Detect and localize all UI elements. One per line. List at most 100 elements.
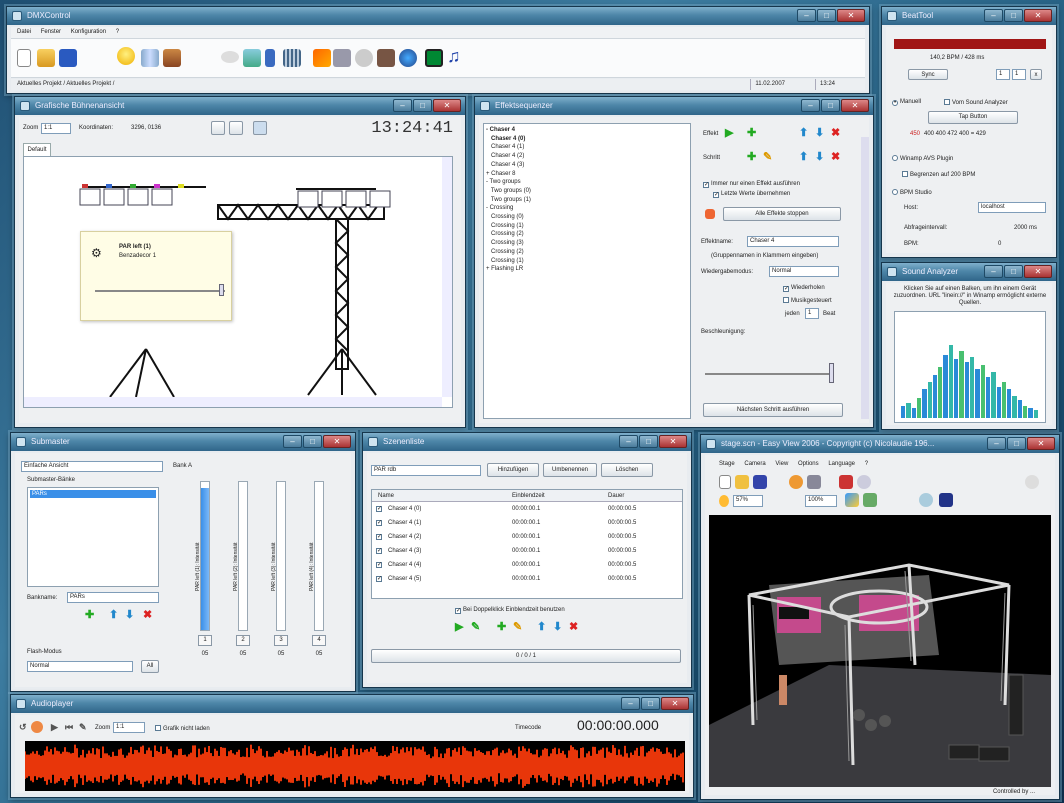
- audio-skip-icon[interactable]: ⏮: [65, 721, 73, 733]
- menu-view[interactable]: View: [775, 461, 788, 467]
- chk-double-click-box[interactable]: ✓: [455, 608, 461, 614]
- menu-fenster[interactable]: Fenster: [41, 29, 61, 35]
- easyview-close-button[interactable]: ✕: [1027, 437, 1055, 450]
- effect-close-button[interactable]: ✕: [841, 99, 869, 112]
- spectrum-bar[interactable]: [1017, 399, 1023, 418]
- beattool-maximize-button[interactable]: □: [1004, 9, 1023, 22]
- moving-head-icon[interactable]: [377, 49, 395, 67]
- chk-no-graph[interactable]: Grafik nicht laden: [155, 725, 210, 732]
- audio-edit-icon[interactable]: ✎: [79, 721, 87, 733]
- audio-minimize-button[interactable]: –: [621, 697, 640, 710]
- scene-counter[interactable]: 0 / 0 / 1: [371, 649, 681, 663]
- audio-record-icon[interactable]: [31, 721, 43, 733]
- fader-flash-button[interactable]: 1: [198, 635, 212, 646]
- ev-bulb-icon[interactable]: [719, 495, 729, 507]
- open-folder-icon[interactable]: [37, 49, 55, 67]
- bank-delete-icon[interactable]: ✖: [143, 609, 152, 621]
- spectrum-bar[interactable]: [948, 344, 954, 418]
- effect-tree-item[interactable]: Two groups (1): [486, 196, 531, 205]
- table-row[interactable]: ✓ Chaser 4 (0) 00:00:00.1 00:00:00.5: [372, 502, 682, 516]
- next-step-button[interactable]: Nächsten Schritt ausführen: [703, 403, 843, 417]
- bank-name-input[interactable]: PARs: [67, 592, 159, 603]
- popup-slider-thumb[interactable]: [219, 284, 224, 296]
- ev-zoom-field-2[interactable]: 100%: [805, 495, 837, 507]
- add-step-icon[interactable]: ✚: [747, 151, 756, 163]
- row-checkbox[interactable]: ✓: [376, 534, 382, 540]
- stop-all-button[interactable]: Alle Effekte stoppen: [723, 207, 841, 221]
- spectrum-bar[interactable]: [1033, 409, 1038, 418]
- effect-tree-item[interactable]: Crossing (2): [486, 248, 531, 257]
- ev-light-icon[interactable]: [789, 475, 803, 489]
- spectrum-bar[interactable]: [980, 364, 985, 418]
- spectrum-bar[interactable]: [1023, 405, 1028, 418]
- profile-icon[interactable]: [163, 49, 181, 67]
- sound-maximize-button[interactable]: □: [1004, 265, 1023, 278]
- ev-zoom-icon[interactable]: [919, 493, 933, 507]
- new-file-icon[interactable]: [17, 49, 31, 67]
- scanner-icon[interactable]: [355, 49, 373, 67]
- row-checkbox[interactable]: ✓: [376, 562, 382, 568]
- audio-title-bar[interactable]: Audioplayer – □ ✕: [11, 695, 693, 713]
- spectrum-bar[interactable]: [922, 389, 927, 418]
- stage-vscroll[interactable]: [442, 157, 452, 397]
- effect-name-input[interactable]: Chaser 4: [747, 236, 839, 247]
- submaster-fader[interactable]: PAR left (4): Intensität 4 05: [309, 481, 329, 657]
- submaster-maximize-button[interactable]: □: [303, 435, 322, 448]
- spectrum-bar[interactable]: [975, 369, 980, 418]
- ev-color-icon[interactable]: [845, 493, 859, 507]
- bank-up-icon[interactable]: ⬆: [109, 609, 118, 621]
- chk-last-values-box[interactable]: ✓: [713, 192, 719, 198]
- spectrum-bar[interactable]: [985, 377, 991, 418]
- submaster-close-button[interactable]: ✕: [323, 435, 351, 448]
- effect-vscroll[interactable]: [861, 137, 869, 419]
- view-select[interactable]: Einfache Ansicht: [21, 461, 163, 472]
- sound-minimize-button[interactable]: –: [984, 265, 1003, 278]
- row-checkbox[interactable]: ✓: [376, 576, 382, 582]
- col-name[interactable]: Name: [378, 490, 394, 502]
- spectrum-bar[interactable]: [1001, 382, 1007, 418]
- submaster-fader[interactable]: PAR left (3): Intensität 3 05: [271, 481, 291, 657]
- 3d-viewport[interactable]: [709, 515, 1051, 787]
- spectrum-bar[interactable]: [1028, 407, 1033, 418]
- effect-tree-item[interactable]: Chaser 4 (2): [486, 152, 531, 161]
- beattool-minimize-button[interactable]: –: [984, 9, 1003, 22]
- beattool-title-bar[interactable]: BeatTool – □ ✕: [882, 7, 1056, 25]
- step-down-icon[interactable]: ⬇: [815, 151, 824, 163]
- table-row[interactable]: ✓ Chaser 4 (1) 00:00:00.1 00:00:00.5: [372, 516, 682, 530]
- scene-step-add-icon[interactable]: ✚: [497, 621, 506, 633]
- ev-brush-icon[interactable]: [863, 493, 877, 507]
- effect-tree-item[interactable]: Chaser 4 (1): [486, 143, 531, 152]
- grid-icon[interactable]: [283, 49, 301, 67]
- ev-fixture-icon[interactable]: [839, 475, 853, 489]
- chk-limit-200[interactable]: Begrenzen auf 200 BPM: [902, 171, 975, 178]
- radio-bpm-studio-dot[interactable]: [892, 189, 898, 195]
- menu-options[interactable]: Options: [798, 461, 819, 467]
- submaster-fader[interactable]: PAR left (2): Intensität 2 05: [233, 481, 253, 657]
- scene-play-icon[interactable]: ▶: [455, 621, 463, 633]
- effect-minimize-button[interactable]: –: [801, 99, 820, 112]
- easyview-maximize-button[interactable]: □: [1007, 437, 1026, 450]
- spectrum-bar[interactable]: [964, 361, 969, 418]
- menu-stage[interactable]: Stage: [719, 461, 735, 467]
- radio-manual[interactable]: • Manuell: [892, 99, 921, 106]
- banks-list[interactable]: PARs: [27, 487, 159, 587]
- host-input[interactable]: localhost: [978, 202, 1046, 213]
- table-row[interactable]: ✓ Chaser 4 (4) 00:00:00.1 00:00:00.5: [372, 558, 682, 572]
- spectrum-bars[interactable]: [901, 316, 1039, 418]
- beat-x-button[interactable]: x: [1030, 69, 1042, 80]
- sync-button[interactable]: Sync: [908, 69, 948, 80]
- ev-move-icon[interactable]: [939, 493, 953, 507]
- scene-table[interactable]: Name Einblendzeit Dauer ✓ Chaser 4 (0) 00:…: [371, 489, 683, 599]
- row-checkbox[interactable]: ✓: [376, 548, 382, 554]
- monitor-icon[interactable]: [425, 49, 443, 67]
- maximize-button[interactable]: □: [817, 9, 836, 22]
- music-note-icon[interactable]: ♫: [447, 47, 465, 65]
- col-duration[interactable]: Dauer: [608, 490, 624, 502]
- radio-winamp[interactable]: Winamp AVS Plugin: [892, 155, 953, 162]
- scene-rename-button[interactable]: Umbenennen: [543, 463, 597, 477]
- spectrum-bar[interactable]: [938, 367, 943, 418]
- effect-tree-item[interactable]: Chaser 4 (0): [486, 135, 531, 144]
- table-row[interactable]: ✓ Chaser 4 (2) 00:00:00.1 00:00:00.5: [372, 530, 682, 544]
- step-up-icon[interactable]: ⬆: [799, 151, 808, 163]
- beattool-close-button[interactable]: ✕: [1024, 9, 1052, 22]
